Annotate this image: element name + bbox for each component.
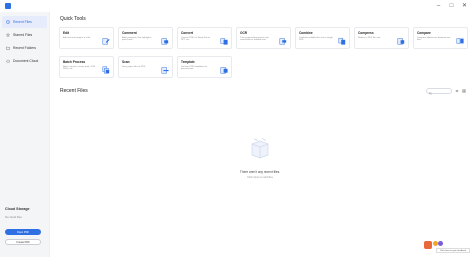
recent-files-toolbar: [426, 88, 466, 95]
tool-desc: Get free PDF templates for personal use.: [181, 65, 208, 71]
cloud-icon: [6, 59, 10, 63]
cloud-storage-panel: Cloud Storage No cloud files Open PDF Cr…: [5, 207, 47, 245]
tool-desc: Convert PDFs to Word, Excel, PPT, etc.: [181, 36, 211, 42]
empty-state: There aren't any recent files. Click Ope…: [210, 133, 310, 179]
sidebar-item-label: Document Cloud: [13, 59, 39, 63]
scan-icon: [161, 66, 169, 74]
sidebar-item-recent-folders[interactable]: Recent Folders: [2, 42, 47, 54]
empty-state-text: There aren't any recent files.: [239, 170, 281, 174]
tool-card-convert[interactable]: Convert Convert PDFs to Word, Excel, PPT…: [177, 27, 232, 49]
tool-name: Convert: [181, 31, 194, 35]
tool-card-template[interactable]: Template Get free PDF templates for pers…: [177, 56, 232, 78]
tool-card-scan[interactable]: Scan Scan paper files to PDF.: [118, 56, 173, 78]
cloud-storage-title: Cloud Storage: [5, 207, 30, 211]
tool-desc: Compare differences between two files.: [417, 36, 451, 42]
feedback-dot: [438, 241, 443, 246]
tool-card-combine[interactable]: Combine Combine multiple files into a si…: [295, 27, 350, 49]
feedback-widget[interactable]: Click here to give feedback: [424, 239, 470, 253]
minimize-button[interactable]: –: [435, 3, 442, 9]
star-icon: [6, 33, 10, 37]
sidebar-item-document-cloud[interactable]: Document Cloud: [2, 55, 47, 67]
tool-desc: Turn scanned documents into searchable o…: [240, 36, 269, 42]
ocr-icon: [279, 37, 287, 45]
tool-desc: Reduce a PDF file size.: [358, 36, 381, 39]
tool-card-edit[interactable]: Edit Edit text and images in a file.: [59, 27, 114, 49]
feedback-avatar[interactable]: [424, 241, 432, 249]
search-icon: [429, 82, 432, 100]
tool-desc: Scan paper files to PDF.: [122, 65, 146, 68]
clock-icon: [6, 20, 10, 24]
tool-card-ocr[interactable]: OCR Turn scanned documents into searchab…: [236, 27, 291, 49]
comment-icon: [161, 37, 169, 45]
title-bar: – □ ✕: [0, 0, 474, 12]
recent-files-title: Recent Files: [60, 88, 88, 94]
tool-name: Batch Process: [63, 60, 86, 64]
tool-desc: Combine multiple files into a single PDF…: [299, 36, 333, 42]
compare-icon: [456, 37, 464, 45]
tool-name: Edit: [63, 31, 70, 35]
feedback-tooltip: Click here to give feedback: [436, 248, 470, 253]
create-pdf-button[interactable]: Create PDF: [5, 239, 41, 245]
app-logo: [5, 3, 11, 9]
cloud-storage-status: No cloud files: [5, 215, 22, 219]
convert-icon: [220, 37, 228, 45]
tool-name: OCR: [240, 31, 248, 35]
quick-tools-title: Quick Tools: [60, 16, 86, 22]
tool-name: Compress: [358, 31, 374, 35]
tool-card-comment[interactable]: Comment Add comments, like highlights, p…: [118, 27, 173, 49]
tool-name: Template: [181, 60, 195, 64]
tool-card-compare[interactable]: Compare Compare differences between two …: [413, 27, 468, 49]
tool-desc: Add comments, like highlights, pencil an…: [122, 36, 152, 42]
combine-icon: [338, 37, 346, 45]
tool-name: Combine: [299, 31, 313, 35]
edit-icon: [102, 37, 110, 45]
sidebar-item-label: Recent Folders: [13, 46, 36, 50]
sidebar-item-label: Starred Files: [13, 33, 33, 37]
grid-view-icon[interactable]: [462, 89, 466, 93]
tool-card-compress[interactable]: Compress Reduce a PDF file size.: [354, 27, 409, 49]
list-view-icon[interactable]: [455, 89, 459, 93]
empty-box-icon: [245, 138, 275, 167]
sidebar-item-label: Recent Files: [13, 20, 32, 24]
template-icon: [220, 66, 228, 74]
tool-desc: Edit text and images in a file.: [63, 36, 91, 39]
tool-desc: Batch convert, create, print, OCR PDFs, …: [63, 65, 96, 71]
tool-name: Scan: [122, 60, 130, 64]
sidebar: Recent Files Starred Files Recent Folder…: [0, 12, 50, 257]
empty-state-subtext: Click Open to add files: [247, 176, 273, 179]
window-controls: – □ ✕: [435, 3, 468, 9]
compress-icon: [397, 37, 405, 45]
batch-icon: [102, 66, 110, 74]
tool-name: Compare: [417, 31, 431, 35]
sidebar-item-recent-files[interactable]: Recent Files: [2, 16, 47, 28]
tool-name: Comment: [122, 31, 137, 35]
close-button[interactable]: ✕: [461, 3, 468, 9]
open-pdf-button[interactable]: Open PDF: [5, 229, 41, 235]
folder-icon: [6, 46, 10, 50]
search-input[interactable]: [426, 88, 452, 95]
tool-card-batch-process[interactable]: Batch Process Batch convert, create, pri…: [59, 56, 114, 78]
sidebar-item-starred-files[interactable]: Starred Files: [2, 29, 47, 41]
maximize-button[interactable]: □: [448, 3, 455, 9]
